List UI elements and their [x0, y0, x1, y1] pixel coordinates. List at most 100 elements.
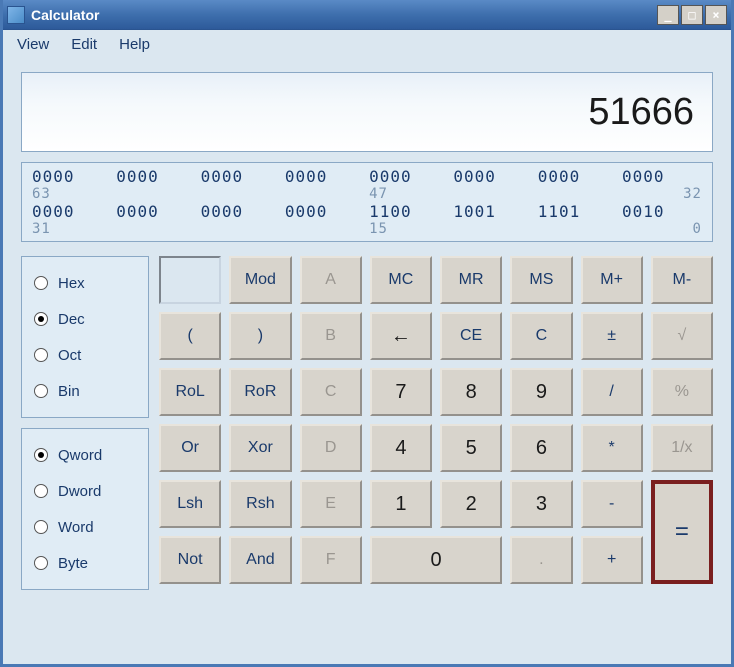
bit-group: 0000 — [32, 202, 112, 221]
key-5[interactable]: 5 — [440, 424, 502, 472]
key-sqrt: √ — [651, 312, 713, 360]
menu-help[interactable]: Help — [109, 32, 160, 57]
menu-edit[interactable]: Edit — [61, 32, 107, 57]
key-mc[interactable]: MC — [370, 256, 432, 304]
radio-label: Dword — [58, 483, 101, 500]
key-reciprocal: 1/x — [651, 424, 713, 472]
bit-index — [201, 186, 281, 202]
radio-dword[interactable]: Dword — [30, 473, 140, 509]
bit-group: 0000 — [369, 167, 449, 186]
key-plusminus[interactable]: ± — [581, 312, 643, 360]
bit-index: 15 — [369, 221, 449, 237]
titlebar: Calculator _ □ × — [3, 0, 731, 30]
radio-label: Byte — [58, 555, 88, 572]
key-lsh[interactable]: Lsh — [159, 480, 221, 528]
key-9[interactable]: 9 — [510, 368, 572, 416]
key-multiply[interactable]: * — [581, 424, 643, 472]
bit-index: 0 — [622, 221, 702, 237]
key-8[interactable]: 8 — [440, 368, 502, 416]
radio-icon — [34, 520, 48, 534]
bit-index: 31 — [32, 221, 112, 237]
key-cc: C — [300, 368, 362, 416]
radio-bin[interactable]: Bin — [30, 373, 140, 409]
radio-icon — [34, 484, 48, 498]
key-ms[interactable]: MS — [510, 256, 572, 304]
calculator-window: Calculator _ □ × View Edit Help 51666 00… — [0, 0, 734, 667]
key-divide[interactable]: / — [581, 368, 643, 416]
window-title: Calculator — [31, 7, 657, 23]
key-mod[interactable]: Mod — [229, 256, 291, 304]
key-b: B — [300, 312, 362, 360]
key-mr[interactable]: MR — [440, 256, 502, 304]
key-4[interactable]: 4 — [370, 424, 432, 472]
bit-index — [116, 221, 196, 237]
bit-index — [285, 186, 365, 202]
radio-byte[interactable]: Byte — [30, 545, 140, 581]
key-6[interactable]: 6 — [510, 424, 572, 472]
key-rsh[interactable]: Rsh — [229, 480, 291, 528]
display: 51666 — [21, 72, 713, 152]
key-subtract[interactable]: - — [581, 480, 643, 528]
radio-qword[interactable]: Qword — [30, 437, 140, 473]
radio-hex[interactable]: Hex — [30, 265, 140, 301]
window-controls: _ □ × — [657, 5, 727, 25]
key-and[interactable]: And — [229, 536, 291, 584]
bit-group: 1100 — [369, 202, 449, 221]
base-panel: Hex Dec Oct Bin — [21, 256, 149, 418]
maximize-button[interactable]: □ — [681, 5, 703, 25]
bit-group: 0000 — [285, 167, 365, 186]
radio-icon — [34, 448, 48, 462]
bit-index — [285, 221, 365, 237]
key-mplus[interactable]: M+ — [581, 256, 643, 304]
radio-icon — [34, 348, 48, 362]
key-equals[interactable]: = — [651, 480, 713, 584]
radio-word[interactable]: Word — [30, 509, 140, 545]
radio-icon — [34, 312, 48, 326]
bit-group: 0000 — [453, 167, 533, 186]
key-percent: % — [651, 368, 713, 416]
bit-group: 1101 — [538, 202, 618, 221]
key-not[interactable]: Not — [159, 536, 221, 584]
bit-group: 0000 — [201, 202, 281, 221]
key-backspace[interactable]: ← — [370, 312, 432, 360]
radio-dec[interactable]: Dec — [30, 301, 140, 337]
key-mminus[interactable]: M- — [651, 256, 713, 304]
key-3[interactable]: 3 — [510, 480, 572, 528]
key-ce[interactable]: CE — [440, 312, 502, 360]
bit-group: 0000 — [622, 167, 702, 186]
bit-index: 32 — [622, 186, 702, 202]
radio-oct[interactable]: Oct — [30, 337, 140, 373]
key-e: E — [300, 480, 362, 528]
key-a: A — [300, 256, 362, 304]
content: 51666 0000 0000 0000 0000 0000 0000 0000… — [3, 58, 731, 608]
key-c[interactable]: C — [510, 312, 572, 360]
bit-group: 0000 — [32, 167, 112, 186]
keypad: Mod A MC MR MS M+ M- ( ) B ← CE C ± √ Ro… — [159, 256, 713, 590]
bit-group: 0000 — [285, 202, 365, 221]
close-button[interactable]: × — [705, 5, 727, 25]
key-add[interactable]: + — [581, 536, 643, 584]
bits-panel: 0000 0000 0000 0000 0000 0000 0000 0000 … — [21, 162, 713, 242]
key-f: F — [300, 536, 362, 584]
app-icon — [7, 6, 25, 24]
bit-index — [453, 221, 533, 237]
radio-label: Qword — [58, 447, 102, 464]
radio-label: Oct — [58, 347, 81, 364]
key-rol[interactable]: RoL — [159, 368, 221, 416]
key-xor[interactable]: Xor — [229, 424, 291, 472]
key-0[interactable]: 0 — [370, 536, 503, 584]
radio-label: Dec — [58, 311, 85, 328]
key-7[interactable]: 7 — [370, 368, 432, 416]
bit-group: 0000 — [116, 167, 196, 186]
minimize-button[interactable]: _ — [657, 5, 679, 25]
key-or[interactable]: Or — [159, 424, 221, 472]
key-ror[interactable]: RoR — [229, 368, 291, 416]
bit-index: 63 — [32, 186, 112, 202]
menu-view[interactable]: View — [7, 32, 59, 57]
key-1[interactable]: 1 — [370, 480, 432, 528]
key-2[interactable]: 2 — [440, 480, 502, 528]
key-lparen[interactable]: ( — [159, 312, 221, 360]
bit-group: 0000 — [116, 202, 196, 221]
key-rparen[interactable]: ) — [229, 312, 291, 360]
radio-label: Word — [58, 519, 94, 536]
